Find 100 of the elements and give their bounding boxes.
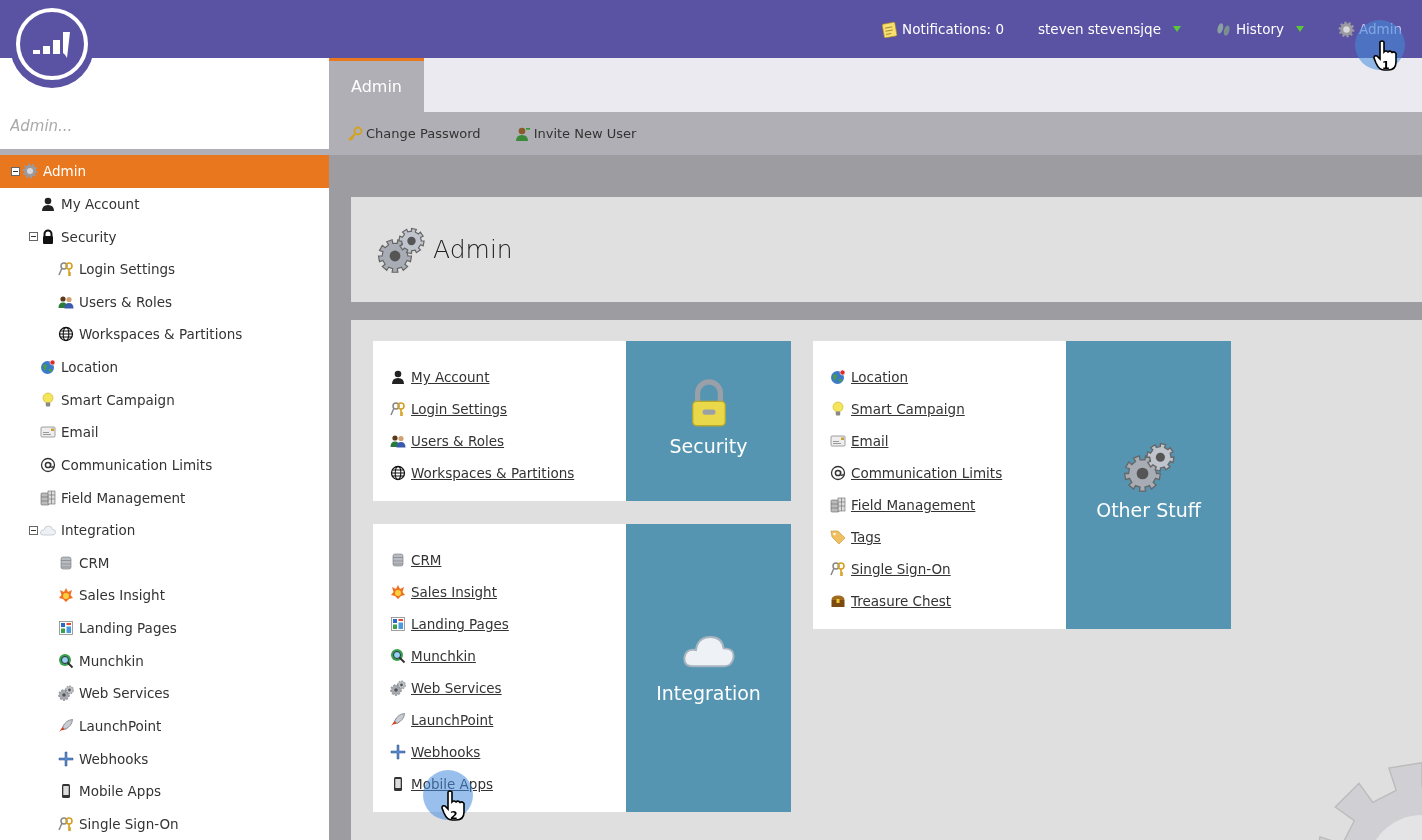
tree-item[interactable]: CRM	[0, 546, 329, 580]
settings-link[interactable]: Tags	[851, 529, 881, 545]
settings-link[interactable]: Smart Campaign	[851, 401, 965, 417]
globe-icon	[58, 326, 74, 343]
rocket-icon	[390, 712, 406, 728]
top-nav-item[interactable]: History	[1214, 20, 1304, 38]
tree-item[interactable]: Sales Insight	[0, 579, 329, 612]
gear-icon	[1337, 20, 1355, 38]
people-icon	[390, 433, 406, 449]
tree-item[interactable]: Communication Limits	[0, 448, 329, 482]
tree-item[interactable]: Single Sign-On	[0, 807, 329, 840]
keys-icon	[58, 261, 74, 278]
tile-title: Integration	[656, 682, 761, 704]
magnifier-icon	[58, 652, 74, 669]
at-sign-icon	[40, 456, 56, 473]
top-nav-item[interactable]: Notifications: 0	[881, 20, 1004, 38]
collapse-icon[interactable]	[28, 525, 38, 535]
flame-icon	[390, 584, 406, 600]
tree-item[interactable]: LaunchPoint	[0, 709, 329, 743]
lightbulb-icon	[40, 391, 56, 408]
settings-link[interactable]: Landing Pages	[411, 616, 509, 632]
user-icon	[40, 195, 56, 212]
settings-link[interactable]: CRM	[411, 552, 442, 568]
settings-link[interactable]: Login Settings	[411, 401, 508, 417]
rocket-icon	[58, 717, 74, 734]
gear-icon	[22, 163, 38, 180]
tree-item[interactable]: Mobile Apps	[0, 774, 329, 808]
tree-item[interactable]: Security	[0, 220, 329, 253]
keys-icon	[390, 401, 406, 417]
gears-icon	[58, 685, 74, 702]
tree-item[interactable]: Workspaces & Partitions	[0, 318, 329, 351]
tree-item[interactable]: Email	[0, 415, 329, 449]
settings-link[interactable]: Field Management	[851, 497, 976, 513]
tree-item[interactable]: Smart Campaign	[0, 383, 329, 416]
tree-item[interactable]: Integration	[0, 513, 329, 547]
keys-icon	[58, 815, 74, 832]
collapse-icon[interactable]	[10, 166, 20, 176]
notepad-icon	[881, 20, 899, 38]
key-icon	[347, 125, 363, 142]
user-icon	[390, 369, 406, 385]
gears-icon	[1122, 441, 1175, 493]
step-number: 1	[1382, 59, 1390, 72]
settings-link[interactable]: My Account	[411, 369, 490, 385]
page-title: Admin	[433, 235, 513, 264]
at-sign-icon	[830, 465, 846, 481]
settings-link[interactable]: Workspaces & Partitions	[411, 465, 575, 481]
tag-icon	[830, 529, 846, 545]
globe-icon	[390, 465, 406, 481]
tree-item[interactable]: Field Management	[0, 481, 329, 514]
keys-icon	[830, 561, 846, 577]
tree-item[interactable]: Webhooks	[0, 742, 329, 775]
settings-link[interactable]: Single Sign-On	[851, 561, 951, 577]
flame-icon	[58, 587, 74, 604]
top-nav-item[interactable]: steven stevensjqe	[1038, 21, 1181, 37]
settings-link[interactable]: Sales Insight	[411, 584, 497, 600]
gears-icon	[390, 680, 406, 696]
people-icon	[58, 293, 74, 310]
cabinet-icon	[830, 497, 846, 513]
lightbulb-icon	[830, 401, 846, 417]
tree-item[interactable]: Location	[0, 350, 329, 384]
globe-icon	[830, 369, 846, 385]
settings-link[interactable]: Treasure Chest	[851, 593, 952, 609]
tree-item[interactable]: Munchkin	[0, 644, 329, 677]
database-icon	[390, 552, 406, 568]
cabinet-icon	[40, 489, 56, 506]
toolbar-button[interactable]: Change Password	[347, 125, 481, 142]
settings-link[interactable]: Users & Roles	[411, 433, 505, 449]
tile-title: Security	[669, 435, 748, 457]
hand-cursor-icon	[1373, 40, 1399, 72]
tree-item[interactable]: Web Services	[0, 676, 329, 710]
tree-item[interactable]: My Account	[0, 187, 329, 221]
settings-link[interactable]: Webhooks	[411, 744, 481, 760]
magnifier-icon	[390, 648, 406, 664]
caret-icon	[1172, 26, 1181, 32]
tree-item[interactable]: Users & Roles	[0, 285, 329, 319]
padlock-icon	[40, 228, 56, 245]
user-icon	[514, 125, 531, 142]
cloud-icon	[40, 522, 56, 539]
envelope-icon	[40, 424, 56, 441]
database-icon	[58, 554, 74, 571]
settings-link[interactable]: Location	[851, 369, 909, 385]
tile-title: Other Stuff	[1096, 499, 1201, 521]
gears-icon	[377, 225, 425, 274]
collapse-icon[interactable]	[28, 232, 38, 241]
tree-item[interactable]: Landing Pages	[0, 611, 329, 645]
connector-icon	[390, 744, 406, 760]
settings-link[interactable]: LaunchPoint	[411, 712, 494, 728]
connector-icon	[58, 750, 74, 767]
footprints-icon	[1214, 20, 1232, 38]
settings-link[interactable]: Web Services	[411, 680, 502, 696]
settings-link[interactable]: Email	[851, 433, 889, 449]
layout-icon	[390, 616, 406, 632]
settings-link[interactable]: Munchkin	[411, 648, 476, 664]
tree-item[interactable]: Login Settings	[0, 252, 329, 286]
layout-icon	[58, 620, 74, 636]
settings-link[interactable]: Communication Limits	[851, 465, 1003, 481]
globe-icon	[40, 359, 56, 375]
chest-icon	[830, 593, 846, 609]
toolbar-button[interactable]: Invite New User	[514, 125, 637, 142]
envelope-icon	[830, 433, 846, 449]
